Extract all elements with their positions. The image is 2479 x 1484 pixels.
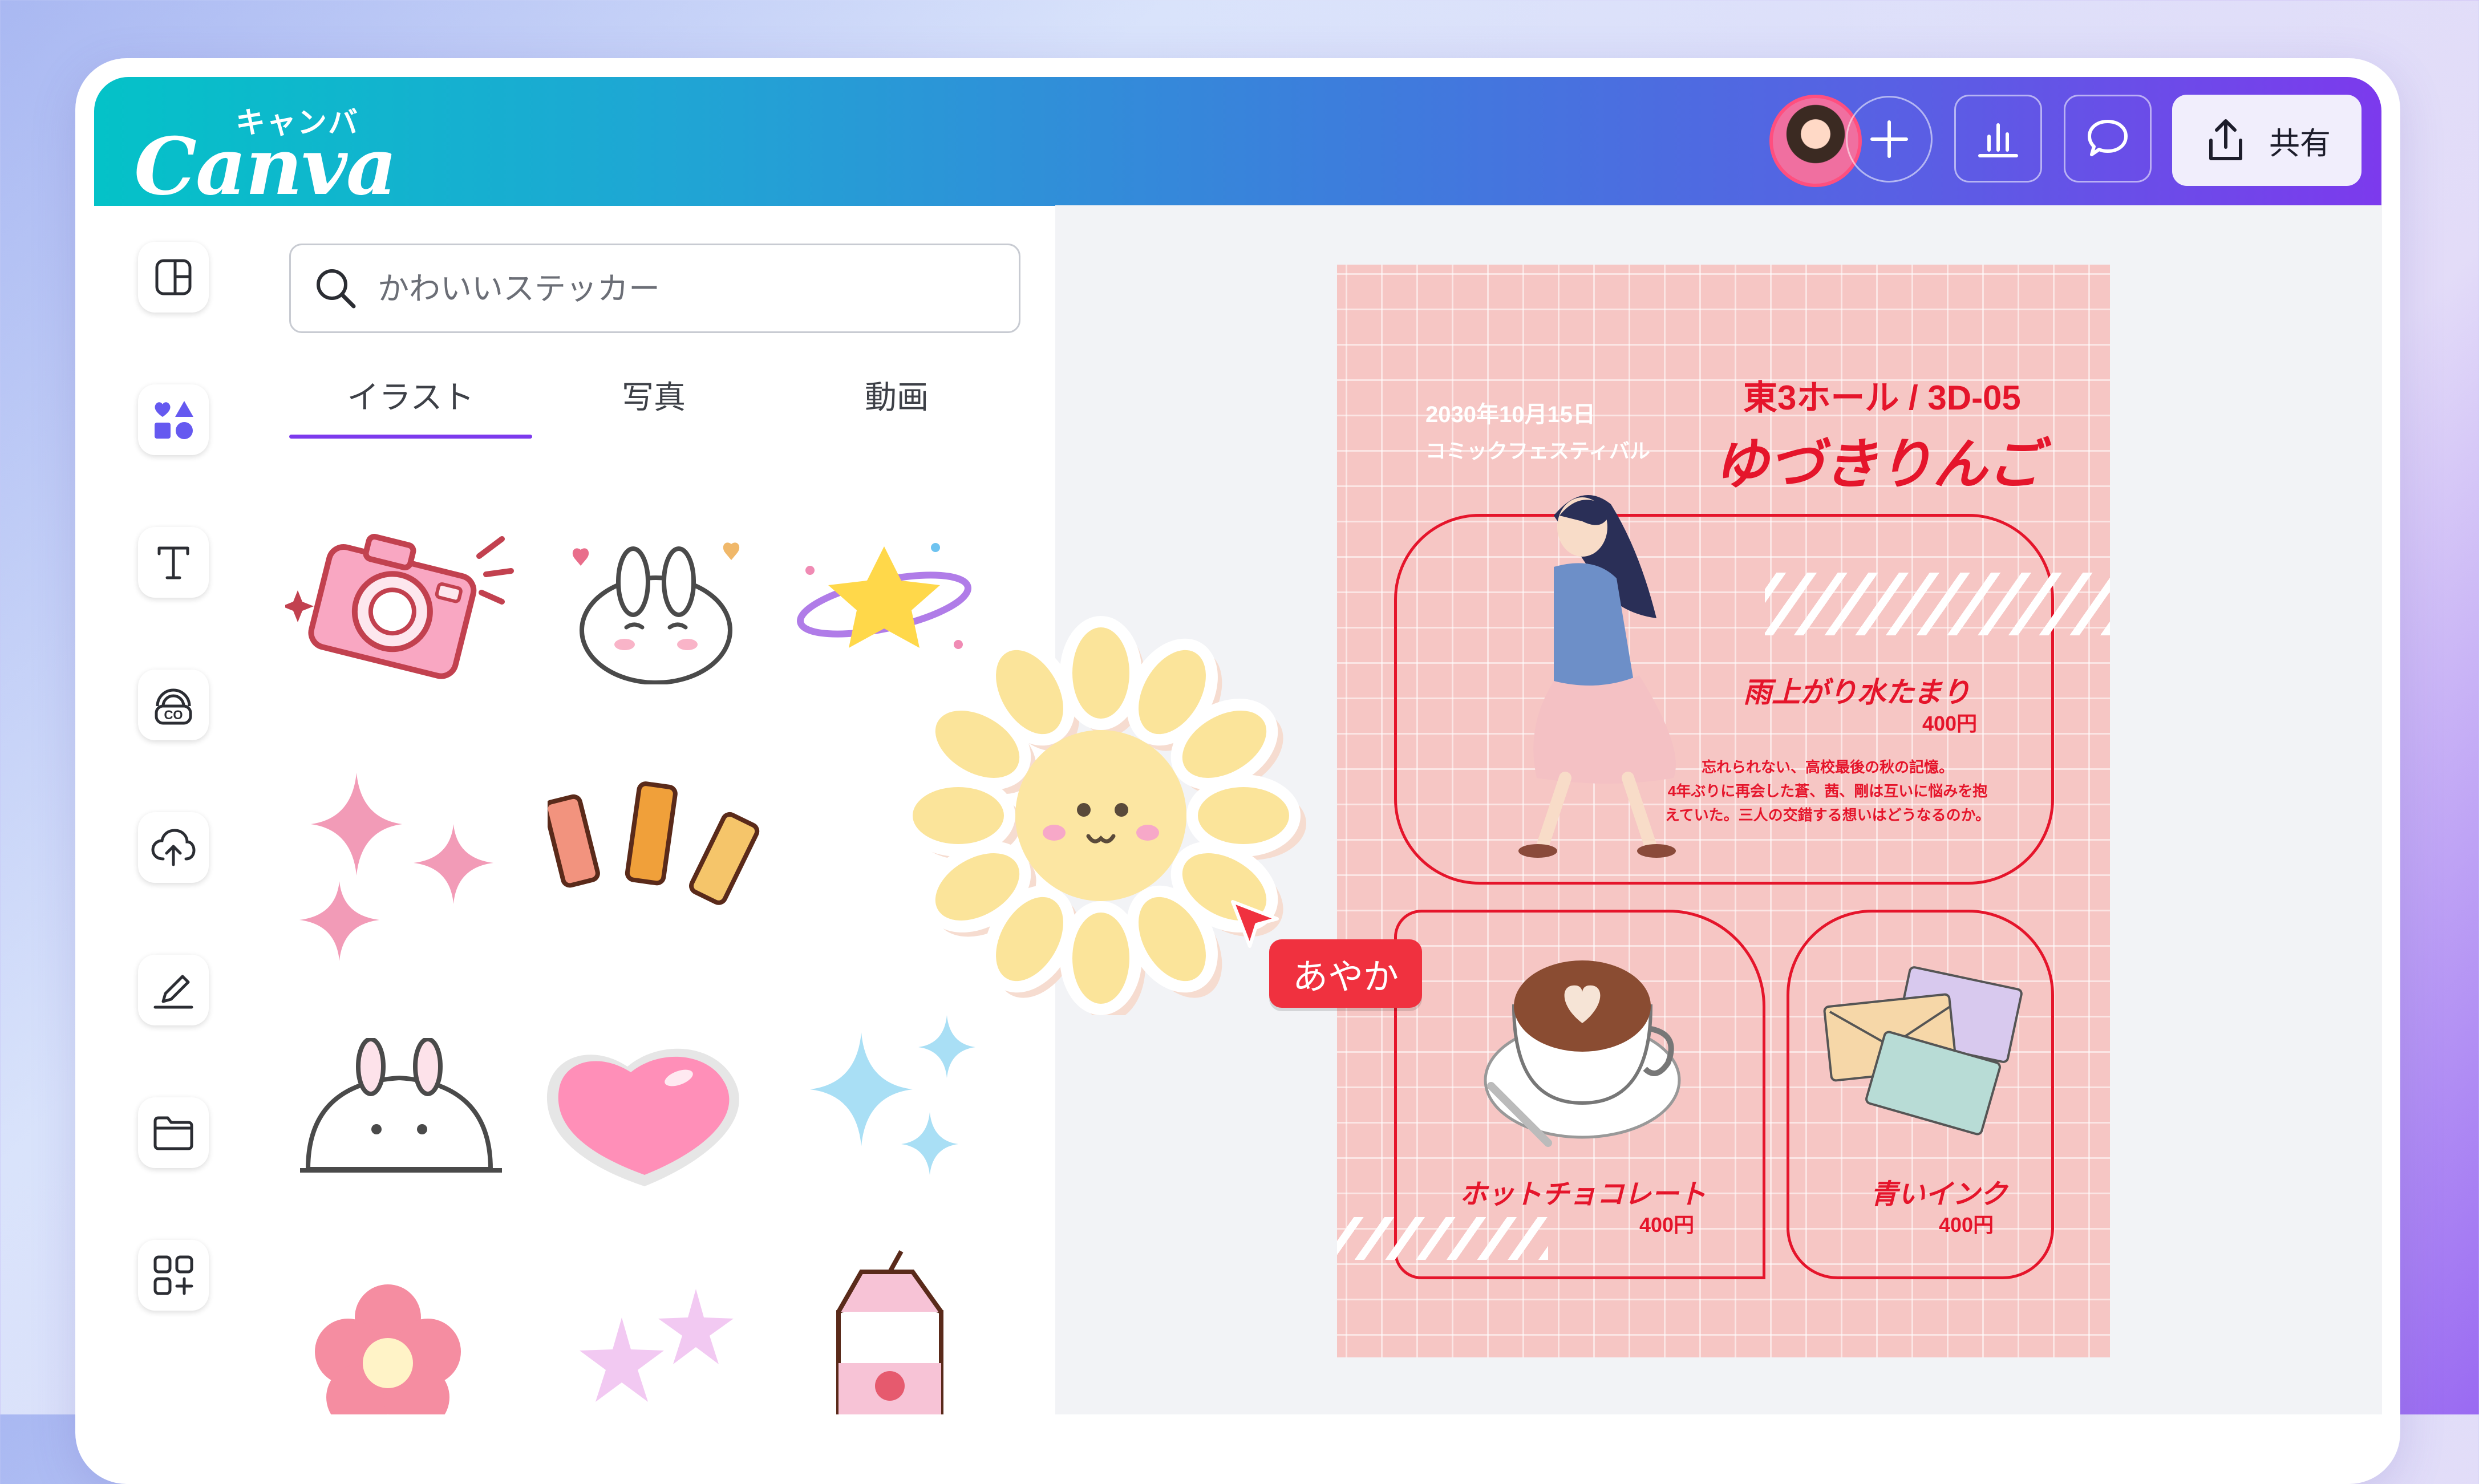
elements-icon	[155, 401, 193, 439]
milk-carton-sticker[interactable]	[821, 1249, 958, 1414]
hot-chocolate-illustration	[1484, 960, 1681, 1147]
blue-sparkles-sticker[interactable]	[793, 1009, 993, 1186]
item1-title: 雨上がり水たまり	[1743, 676, 1971, 708]
tab-video[interactable]: 動画	[775, 372, 1018, 418]
rail-draw-button[interactable]	[138, 955, 209, 1025]
item2-title: ホットチョコレート	[1460, 1179, 1707, 1210]
item2-price: 400円	[1639, 1213, 1695, 1236]
logo-wordmark: Canva	[134, 120, 397, 213]
sticker-search-box[interactable]	[289, 244, 1020, 333]
tab-photo-label: 写真	[622, 379, 686, 415]
apps-icon	[153, 1255, 193, 1295]
tab-illustration[interactable]: イラスト	[289, 372, 532, 418]
comments-button[interactable]	[2064, 95, 2152, 183]
pink-heart-sticker[interactable]	[530, 1032, 759, 1198]
analytics-icon	[1978, 123, 2018, 157]
svg-text:CO: CO	[164, 708, 183, 722]
tab-illustration-label: イラスト	[347, 379, 475, 415]
folder-icon	[153, 1116, 193, 1150]
blue-ink-illustration	[1823, 966, 2023, 1136]
pink-flower-sticker[interactable]	[297, 1278, 479, 1414]
rail-apps-button[interactable]	[138, 1240, 209, 1311]
search-icon	[317, 269, 356, 308]
share-label: 共有	[2269, 126, 2331, 161]
decor-stripes-bottom	[1337, 1217, 1548, 1260]
lilac-stars-sticker[interactable]	[559, 1278, 753, 1414]
add-collaborator-button[interactable]	[1846, 96, 1933, 183]
dragged-sun-sticker[interactable]	[896, 616, 1306, 1015]
share-button[interactable]: 共有	[2172, 95, 2361, 186]
pink-sparkles-sticker[interactable]	[282, 761, 522, 972]
rail-design-button[interactable]	[138, 242, 209, 313]
brand-icon: CO	[155, 688, 192, 725]
item1-price: 400円	[1922, 712, 1978, 735]
tab-video-label: 動画	[865, 379, 929, 415]
poster-artist: ゆづきりんご	[1714, 434, 2042, 495]
text-icon	[157, 546, 189, 579]
item1-desc-line3: えていた。三人の交錯する想いはどうなるのか。	[1664, 806, 1991, 824]
rail-elements-button[interactable]	[138, 384, 209, 455]
rail-uploads-button[interactable]	[138, 812, 209, 883]
tab-photo[interactable]: 写真	[532, 372, 775, 418]
poster-design[interactable]: 2030年10月15日 コミックフェスティバル 東3ホール / 3D-05 ゆづ…	[1337, 265, 2110, 1357]
share-icon	[2209, 119, 2242, 160]
rail-projects-button[interactable]	[138, 1097, 209, 1168]
item3-title: 青いインク	[1870, 1179, 2008, 1210]
item3-price: 400円	[1939, 1213, 1994, 1236]
exclaim-bars-sticker[interactable]	[548, 781, 770, 930]
peeking-bunny-sticker[interactable]	[297, 1038, 508, 1181]
active-tab-indicator	[289, 435, 532, 439]
draw-icon	[153, 975, 193, 1009]
collaborator-name-tag: あやか	[1269, 939, 1422, 1008]
analytics-button[interactable]	[1954, 95, 2042, 183]
item1-desc-line2: 4年ぶりに再会した蒼、茜、剛は互いに悩みを抱	[1667, 782, 1988, 800]
rail-brand-button[interactable]: CO	[138, 670, 209, 740]
rail-text-button[interactable]	[138, 527, 209, 598]
layout-icon	[155, 259, 192, 295]
plus-icon	[1870, 120, 1908, 158]
item1-description: 忘れられない、高校最後の秋の記憶。 4年ぶりに再会した蒼、茜、剛は互いに悩みを抱…	[1656, 755, 1999, 827]
upload-cloud-icon	[151, 829, 196, 866]
comment-icon	[2088, 120, 2128, 156]
poster-booth: 東3ホール / 3D-05	[1743, 379, 2021, 417]
poster-date: 2030年10月15日	[1425, 402, 1595, 427]
bunny-hearts-sticker[interactable]	[559, 536, 753, 684]
camera-sticker[interactable]	[285, 522, 525, 693]
poster-event: コミックフェスティバル	[1425, 439, 1650, 463]
item1-desc-line1: 忘れられない、高校最後の秋の記憶。	[1701, 759, 1954, 776]
search-input[interactable]	[376, 269, 949, 307]
decor-stripes-top	[1765, 573, 2110, 635]
